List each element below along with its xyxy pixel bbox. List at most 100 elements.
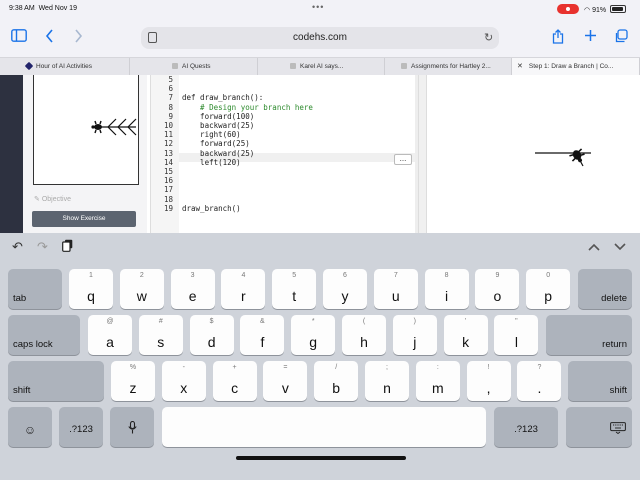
editor-more-button[interactable]: ...	[394, 154, 412, 165]
key-s[interactable]: # s	[138, 315, 183, 355]
key-alt-label: 3	[190, 272, 195, 279]
reload-icon[interactable]: ↻	[484, 31, 493, 44]
key-comma[interactable]: !,	[466, 361, 511, 401]
key-a[interactable]: @ a	[88, 315, 132, 355]
key-h[interactable]: (h	[342, 315, 386, 355]
code-line[interactable]: backward(25)	[182, 121, 254, 130]
code-editor[interactable]: 5 6 7 8 9 10 11 12 13 14 15 16 17 18 19 def draw_branc…	[150, 75, 419, 233]
panel-divider[interactable]	[418, 75, 427, 233]
code-line[interactable]: draw_branch()	[182, 204, 241, 213]
keyboard-dismiss-key[interactable]	[566, 407, 632, 447]
paste-icon[interactable]	[62, 239, 73, 255]
tab-label: Karel AI says...	[300, 63, 344, 70]
chevron-right-icon[interactable]	[74, 29, 83, 46]
code-line[interactable]: left(120)	[182, 158, 241, 167]
address-bar[interactable]: codehs.com ↻	[141, 27, 499, 49]
objective-link[interactable]: ✎ Objective	[34, 195, 71, 203]
key-l[interactable]: " l	[494, 315, 539, 355]
delete-key[interactable]: delete	[578, 269, 632, 309]
home-indicator[interactable]	[236, 456, 406, 460]
key-period[interactable]: ?.	[517, 361, 562, 401]
caps-lock-key[interactable]: caps lock	[8, 315, 80, 355]
key-j[interactable]: ) j	[392, 315, 437, 355]
key-main-label: r	[241, 288, 246, 304]
key-alt-label: *	[311, 318, 315, 325]
tab-favicon	[24, 61, 34, 71]
numbers-right-key-label: .?123	[514, 424, 538, 435]
left-nav-strip	[0, 75, 23, 233]
tabs-overview-icon[interactable]	[614, 29, 628, 46]
numbers-left-key[interactable]: .?123	[59, 407, 103, 447]
code-line[interactable]: forward(25)	[182, 139, 250, 148]
key-main-label: x	[180, 380, 188, 396]
plus-icon[interactable]	[584, 29, 597, 45]
key-n[interactable]: ; n	[365, 361, 409, 401]
line-number-gutter: 5 6 7 8 9 10 11 12 13 14 15 16 17 18 19	[151, 75, 179, 233]
undo-icon[interactable]: ↶	[12, 239, 23, 255]
key-m[interactable]: :m	[415, 361, 460, 401]
ellipsis-icon[interactable]: •••	[312, 2, 324, 12]
tab-key[interactable]: tab	[8, 269, 62, 309]
key-q[interactable]: 1q	[69, 269, 113, 309]
sidebar-icon[interactable]	[11, 29, 27, 45]
key-k[interactable]: ' k	[443, 315, 488, 355]
code-line[interactable]: # Design your branch here	[182, 103, 313, 112]
share-icon[interactable]	[552, 29, 564, 47]
key-main-label: b	[332, 380, 341, 396]
key-f[interactable]: & f	[240, 315, 285, 355]
key-u[interactable]: 7u	[373, 269, 418, 309]
ipad-screen: 9:38 AM Wed Nov 19 ••• ◠ 91% codehs.com …	[0, 0, 640, 480]
code-line[interactable]: def draw_branch():	[182, 93, 263, 102]
key-main-label: e	[188, 288, 197, 304]
shift-right-key[interactable]: shift	[568, 361, 632, 401]
tab-hour-of-ai[interactable]: Hour of AI Activities	[0, 58, 130, 76]
pencil-icon: ✎	[34, 196, 40, 203]
shift-left-key[interactable]: shift	[8, 361, 104, 401]
key-main-label: y	[341, 288, 349, 304]
code-line[interactable]: backward(25)	[182, 149, 254, 158]
tab-ai-quests[interactable]: AI Quests	[130, 58, 258, 76]
status-bar: 9:38 AM Wed Nov 19 ••• ◠ 91%	[0, 0, 640, 19]
key-v[interactable]: = v	[263, 361, 308, 401]
key-r[interactable]: 4r	[221, 269, 266, 309]
close-icon[interactable]: ✕	[517, 63, 523, 70]
tab-step1-active[interactable]: ✕ Step 1: Draw a Branch | Co...	[512, 58, 640, 76]
numbers-right-key[interactable]: .?123	[494, 407, 558, 447]
chevron-up-icon[interactable]	[588, 239, 600, 254]
key-alt-label: @	[106, 318, 114, 325]
space-bar[interactable]	[162, 407, 486, 447]
redo-icon[interactable]: ↷	[37, 239, 48, 255]
key-y[interactable]: 6y	[323, 269, 367, 309]
dictation-key[interactable]	[110, 407, 154, 447]
key-main-label: j	[413, 334, 417, 350]
key-p[interactable]: 0p	[526, 269, 571, 309]
tab-assignments[interactable]: Assignments for Hartley 2...	[385, 58, 512, 76]
key-w[interactable]: 2w	[119, 269, 164, 309]
key-c[interactable]: + c	[212, 361, 257, 401]
key-alt-label: $	[209, 318, 214, 325]
key-i[interactable]: 8i	[424, 269, 469, 309]
key-g[interactable]: * g	[291, 315, 336, 355]
code-line[interactable]: right(60)	[182, 130, 241, 139]
key-alt-label: 8	[444, 272, 449, 279]
return-key[interactable]: return	[546, 315, 632, 355]
code-line[interactable]: forward(100)	[182, 112, 254, 121]
example-canvas	[33, 75, 139, 185]
key-t[interactable]: 5t	[272, 269, 317, 309]
key-x[interactable]: -x	[161, 361, 206, 401]
keyboard-dismiss-icon	[610, 422, 626, 437]
key-main-label: u	[391, 288, 400, 304]
key-z[interactable]: % z	[111, 361, 155, 401]
tab-label: AI Quests	[182, 63, 211, 70]
show-exercise-button[interactable]: Show Exercise	[32, 211, 136, 227]
key-d[interactable]: $ d	[189, 315, 234, 355]
key-b[interactable]: / b	[314, 361, 359, 401]
chevron-down-icon[interactable]	[614, 239, 626, 254]
key-e[interactable]: 3e	[170, 269, 215, 309]
microphone-icon	[110, 420, 154, 437]
emoji-key[interactable]: ☺	[8, 407, 52, 447]
chevron-left-icon[interactable]	[45, 29, 54, 46]
tab-karel-ai[interactable]: Karel AI says...	[258, 58, 385, 76]
screen-record-icon[interactable]	[557, 4, 579, 14]
key-o[interactable]: 9o	[475, 269, 520, 309]
